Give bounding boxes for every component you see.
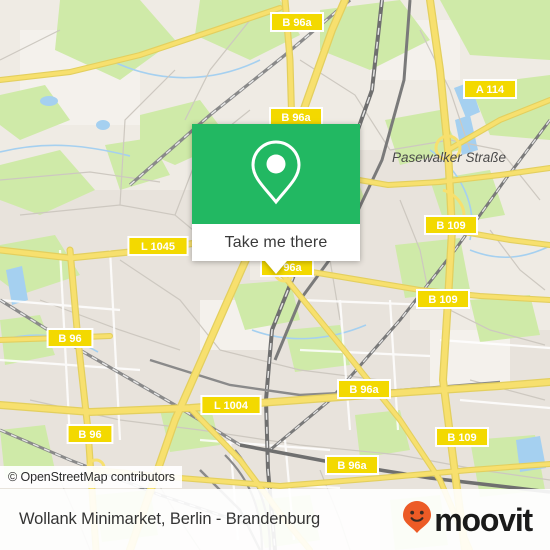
road-shield-label: B 109 (447, 432, 476, 444)
osm-attribution-text: © OpenStreetMap contributors (8, 470, 175, 484)
moovit-wordmark: moovit (434, 501, 533, 538)
road-shield-label: B 96a (337, 460, 367, 472)
road-shield: B 109 (424, 215, 478, 235)
osm-attribution[interactable]: © OpenStreetMap contributors (0, 466, 182, 488)
location-callout-card[interactable]: Take me there (192, 124, 360, 274)
road-shield: B 96 (46, 328, 94, 348)
callout-icon-area (192, 124, 360, 224)
road-shield-label: B 96a (282, 17, 312, 29)
road-shield: B 96a (337, 379, 391, 399)
place-title: Wollank Minimarket, Berlin - Brandenburg (19, 510, 321, 528)
road-shield: A 114 (463, 79, 517, 99)
road-shield: B 96 (66, 424, 114, 444)
road-shield: B 96a (270, 12, 324, 32)
street-label: Pasewalker Straße (392, 150, 506, 165)
road-shield: B 109 (416, 289, 470, 309)
road-shield-label: B 109 (428, 294, 457, 306)
road-shield: B 96a (325, 455, 379, 475)
road-shield-label: L 1045 (141, 241, 175, 253)
road-shield-label: B 96 (78, 429, 101, 441)
road-shield-label: B 96a (281, 112, 311, 124)
take-me-there-button[interactable]: Take me there (192, 224, 360, 261)
map-pin-icon (248, 138, 304, 211)
road-shield: L 1004 (200, 395, 262, 415)
moovit-smiley-pin-icon (402, 500, 432, 539)
road-shield-label: B 109 (436, 220, 465, 232)
moovit-logo[interactable]: moovit (402, 500, 533, 539)
take-me-there-label: Take me there (224, 233, 328, 251)
map-street-labels: Pasewalker Straße (392, 150, 506, 165)
road-shield: L 1045 (127, 236, 189, 256)
road-shield-label: L 1004 (214, 400, 249, 412)
footer-bar: Wollank Minimarket, Berlin - Brandenburg… (0, 489, 550, 550)
road-shield-label: A 114 (476, 84, 505, 96)
moovit-map-screen: B 96a A 114 B 96a B 109 L 1045 B 96a B 109 B 96… (0, 0, 550, 550)
road-shield-label: B 96 (58, 333, 81, 345)
road-shield: B 109 (435, 427, 489, 447)
road-shield-label: B 96a (349, 384, 379, 396)
callout-pointer-arrow (265, 261, 287, 274)
